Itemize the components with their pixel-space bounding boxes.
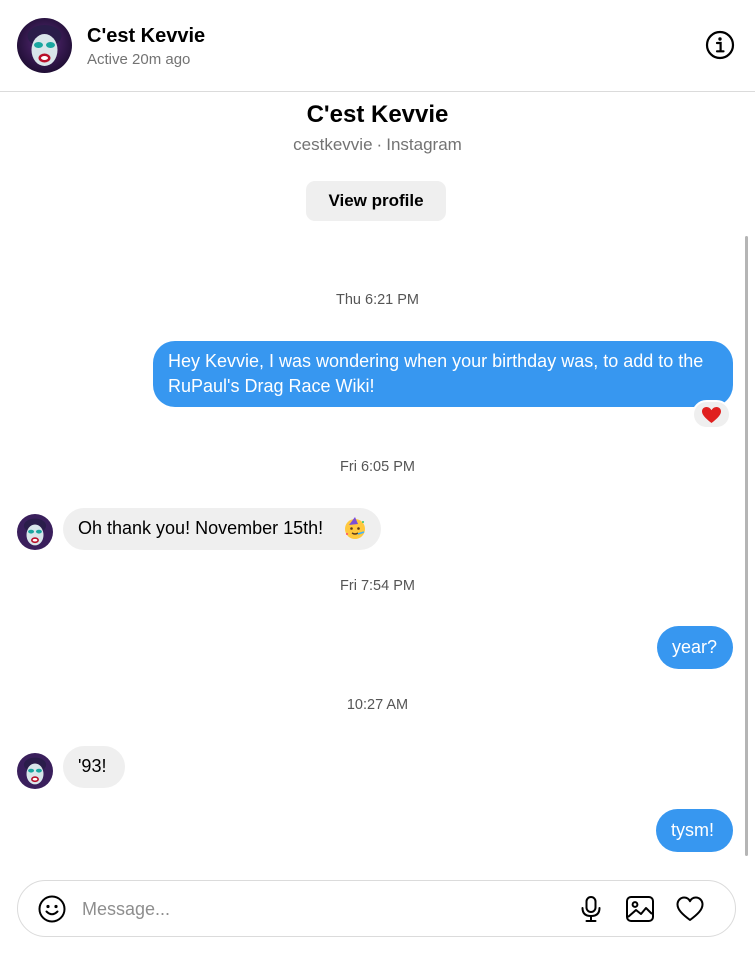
profile-subtitle: cestkevvie · Instagram: [0, 135, 755, 155]
profile-name: C'est Kevvie: [306, 101, 449, 128]
microphone-icon[interactable]: [577, 895, 605, 923]
heart-reaction-icon: [702, 407, 721, 423]
message-text: '93!: [78, 756, 107, 776]
scrollbar[interactable]: [745, 236, 748, 856]
message-text: year?: [672, 637, 718, 657]
message-text: tysm!: [671, 820, 714, 840]
chat-header: C'est Kevvie Active 20m ago: [0, 0, 755, 92]
timestamp: Fri 7:54 PM: [340, 578, 415, 594]
sender-avatar[interactable]: [17, 753, 53, 789]
profile-platform: Instagram: [386, 135, 462, 154]
outgoing-message[interactable]: tysm!: [656, 809, 733, 852]
message-text: Oh thank you! November 15th!: [78, 518, 324, 538]
sender-avatar[interactable]: [17, 514, 53, 550]
profile-avatar-image: [17, 18, 72, 73]
header-avatar[interactable]: [17, 18, 72, 73]
profile-avatar-image: [17, 514, 53, 550]
profile-avatar-image: [17, 753, 53, 789]
info-icon[interactable]: [705, 30, 735, 60]
message-text: Hey Kevvie, I was wondering when your bi…: [168, 351, 704, 396]
outgoing-message[interactable]: Hey Kevvie, I was wondering when your bi…: [153, 341, 733, 407]
view-profile-button[interactable]: View profile: [306, 181, 446, 221]
header-active-status: Active 20m ago: [87, 51, 191, 68]
header-contact-name[interactable]: C'est Kevvie: [87, 25, 205, 48]
image-icon[interactable]: [625, 895, 654, 923]
timestamp: Thu 6:21 PM: [335, 292, 419, 308]
message-input[interactable]: [82, 896, 552, 922]
profile-separator: ·: [376, 135, 383, 154]
incoming-message[interactable]: Oh thank you! November 15th!: [63, 508, 381, 550]
heart-icon[interactable]: [675, 895, 704, 923]
outgoing-message[interactable]: year?: [657, 626, 733, 669]
timestamp: 10:27 AM: [346, 697, 409, 713]
timestamp: Fri 6:05 PM: [340, 459, 415, 475]
partying-face-emoji-icon: [345, 517, 365, 539]
emoji-icon[interactable]: [38, 895, 66, 923]
reaction-badge[interactable]: [692, 400, 731, 429]
incoming-message[interactable]: '93!: [63, 746, 125, 788]
profile-username: cestkevvie: [293, 135, 373, 154]
message-composer: [17, 880, 736, 937]
